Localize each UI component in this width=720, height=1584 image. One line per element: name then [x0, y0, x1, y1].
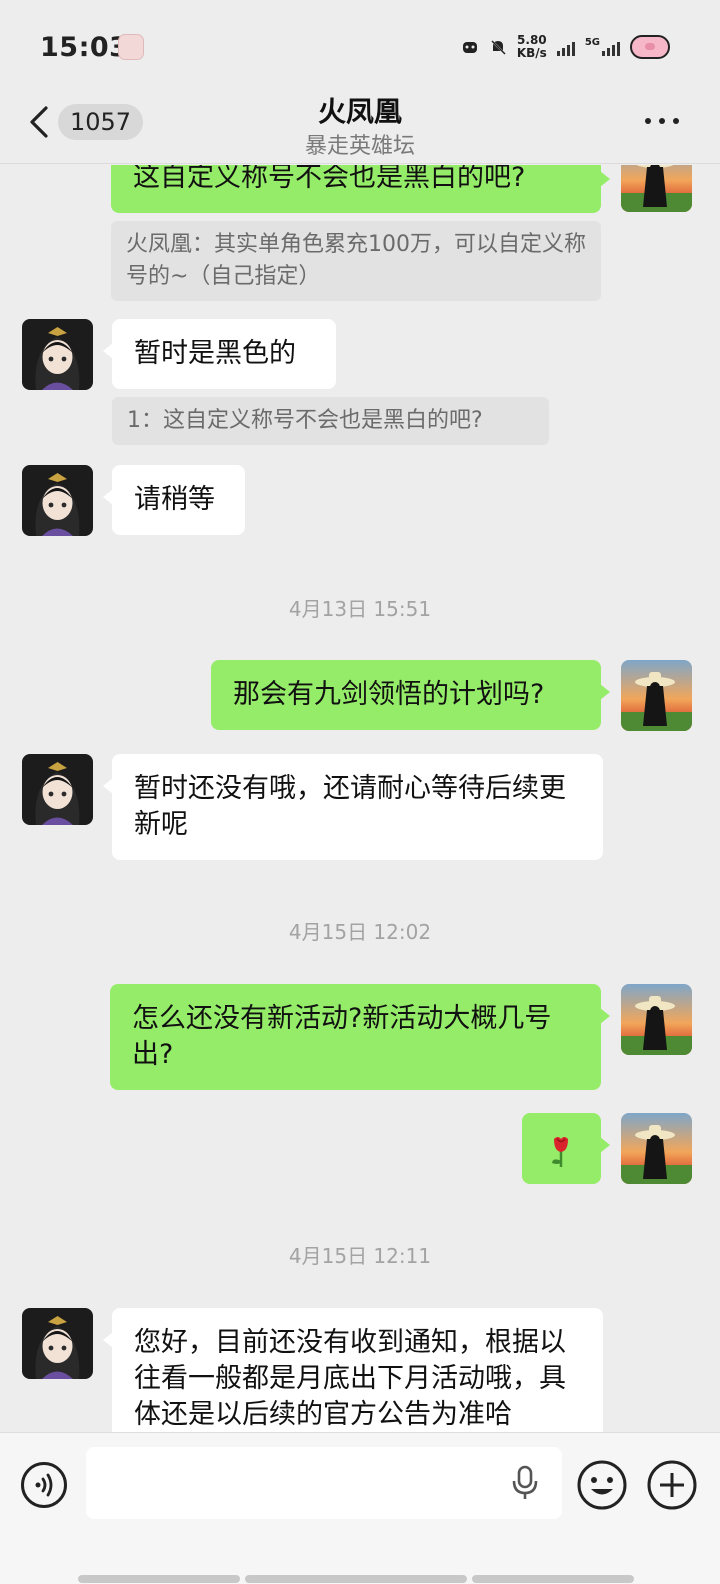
message-text: 您好，目前还没有收到通知，根据以往看一般都是月底出下月活动哦，具体还是以后续的官… — [134, 1327, 566, 1430]
my-avatar[interactable] — [621, 165, 692, 212]
signal-bars-icon — [556, 38, 575, 56]
network-speed: 5.80 KB/s — [517, 34, 547, 60]
status-bar: 15:03 5.80 KB/s 5G — [0, 0, 720, 90]
input-bar — [0, 1432, 720, 1584]
message-text: 暂时是黑色的 — [134, 338, 296, 369]
message-timestamp: 4月15日 12:02 — [288, 920, 432, 944]
contact-avatar[interactable] — [22, 319, 93, 390]
contact-avatar[interactable] — [22, 1308, 93, 1379]
rose-emoji-icon — [552, 1137, 568, 1167]
message-text: 这自定义称号不会也是黑白的吧? — [133, 165, 526, 193]
chat-title: 火凤凰 — [317, 95, 402, 128]
message-text: 请稍等 — [134, 484, 215, 515]
mute-bell-icon — [490, 39, 506, 55]
quoted-text: 1：这自定义称号不会也是黑白的吧? — [127, 408, 483, 433]
network-speed-unit: KB/s — [516, 46, 547, 60]
contact-avatar[interactable] — [22, 465, 93, 536]
quoted-reply[interactable]: 火凤凰：其实单角色累充100万，可以自定义称号的~（自己指定） — [111, 221, 601, 301]
app-notification-icon — [118, 34, 144, 60]
message-timestamp: 4月13日 15:51 — [288, 597, 432, 621]
message-bubble-received[interactable]: 请稍等 — [103, 465, 245, 535]
message-text: 那会有九剑领悟的计划吗? — [233, 679, 545, 710]
message-bubble-sent[interactable]: 怎么还没有新活动?新活动大概几号出? — [110, 984, 610, 1090]
chat-subtitle: 暴走英雄坛 — [304, 134, 415, 159]
message-list[interactable]: 这自定义称号不会也是黑白的吧? 火凤凰：其实单角色累充100万，可以自定义称号的… — [0, 165, 720, 1445]
gesture-bar — [78, 1575, 240, 1583]
my-avatar[interactable] — [621, 660, 692, 731]
message-bubble-received[interactable]: 您好，目前还没有收到通知，根据以往看一般都是月底出下月活动哦，具体还是以后续的官… — [103, 1308, 603, 1445]
mic-icon[interactable] — [510, 1465, 540, 1501]
battery-icon — [630, 35, 670, 59]
signal-5g: 5G — [584, 37, 620, 56]
plus-icon[interactable] — [646, 1459, 698, 1511]
my-avatar[interactable] — [621, 1113, 692, 1184]
signal-bars-5g-icon — [602, 38, 620, 56]
emoji-icon[interactable] — [576, 1459, 628, 1511]
more-dots-icon[interactable] — [642, 118, 682, 128]
message-bubble-sent[interactable]: 这自定义称号不会也是黑白的吧? — [111, 165, 610, 213]
chat-header: 1057 火凤凰 暴走英雄坛 — [0, 90, 720, 164]
network-type-label: 5G — [584, 37, 600, 48]
message-bubble-received[interactable]: 暂时还没有哦，还请耐心等待后续更新呢 — [103, 754, 603, 860]
game-controller-icon — [462, 42, 477, 53]
status-icons: 5.80 KB/s 5G — [461, 30, 670, 64]
quoted-text: 火凤凰：其实单角色累充100万，可以自定义称号的~（自己指定） — [126, 232, 586, 289]
contact-avatar[interactable] — [22, 754, 93, 825]
status-time: 15:03 — [40, 32, 129, 63]
voice-icon[interactable] — [20, 1461, 68, 1509]
message-timestamp: 4月15日 12:11 — [288, 1244, 432, 1268]
quoted-reply[interactable]: 1：这自定义称号不会也是黑白的吧? — [112, 397, 549, 445]
message-bubble-sent[interactable] — [522, 1113, 610, 1184]
message-bubble-sent[interactable]: 那会有九剑领悟的计划吗? — [211, 660, 610, 730]
message-bubble-received[interactable]: 暂时是黑色的 — [103, 319, 336, 389]
gesture-bar — [472, 1575, 634, 1583]
my-avatar[interactable] — [621, 984, 692, 1055]
message-text: 怎么还没有新活动?新活动大概几号出? — [132, 1003, 552, 1070]
gesture-bar — [245, 1575, 467, 1583]
message-input[interactable] — [86, 1447, 562, 1519]
message-text: 暂时还没有哦，还请耐心等待后续更新呢 — [134, 773, 566, 840]
